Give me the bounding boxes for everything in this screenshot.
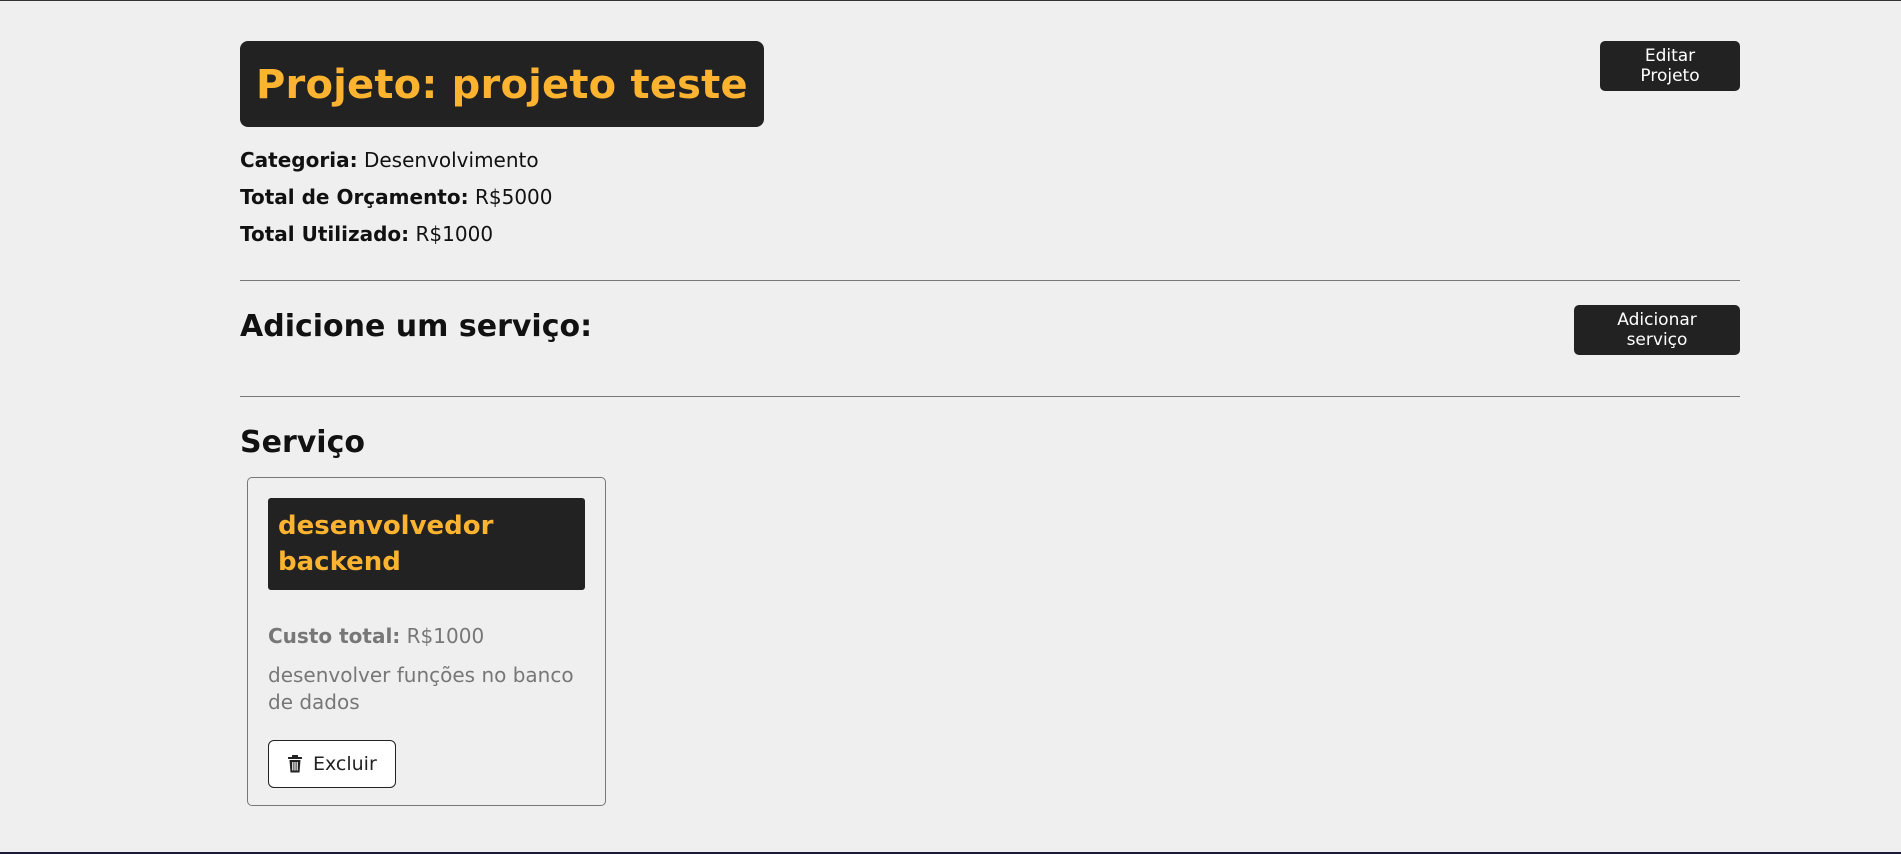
services-title: Serviço xyxy=(240,425,365,460)
service-description: desenvolver funções no banco de dados xyxy=(268,663,574,714)
used-value: R$1000 xyxy=(415,222,494,246)
window-top-border xyxy=(0,0,1901,1)
service-cost-value: R$1000 xyxy=(406,624,485,648)
category-value: Desenvolvimento xyxy=(363,148,539,172)
edit-project-button[interactable]: Editar Projeto xyxy=(1600,41,1740,91)
project-info: Categoria: Desenvolvimento Total de Orça… xyxy=(240,149,1740,246)
budget-row: Total de Orçamento: R$5000 xyxy=(240,186,1740,209)
service-card: desenvolvedor backend Custo total: R$100… xyxy=(247,477,606,806)
service-cost-label: Custo total: xyxy=(268,624,401,648)
trash-icon xyxy=(287,755,303,773)
add-service-button[interactable]: Adicionar serviço xyxy=(1574,305,1740,355)
delete-label: Excluir xyxy=(313,753,377,775)
used-label: Total Utilizado: xyxy=(240,222,410,246)
budget-label: Total de Orçamento: xyxy=(240,185,469,209)
service-name: desenvolvedor backend xyxy=(268,498,585,590)
project-title: Projeto: projeto teste xyxy=(240,41,764,127)
section-divider xyxy=(240,396,1740,397)
project-header: Projeto: projeto teste Editar Projeto xyxy=(240,41,1740,127)
section-divider xyxy=(240,280,1740,281)
used-row: Total Utilizado: R$1000 xyxy=(240,223,1740,246)
project-page: Projeto: projeto teste Editar Projeto Ca… xyxy=(240,41,1740,806)
budget-value: R$5000 xyxy=(474,185,553,209)
add-service-section: Adicione um serviço: Adicionar serviço xyxy=(240,305,1740,366)
category-row: Categoria: Desenvolvimento xyxy=(240,149,1740,172)
service-cost: Custo total: R$1000 xyxy=(268,624,585,648)
category-label: Categoria: xyxy=(240,148,358,172)
add-service-title: Adicione um serviço: xyxy=(240,309,593,344)
delete-service-button[interactable]: Excluir xyxy=(268,740,396,788)
